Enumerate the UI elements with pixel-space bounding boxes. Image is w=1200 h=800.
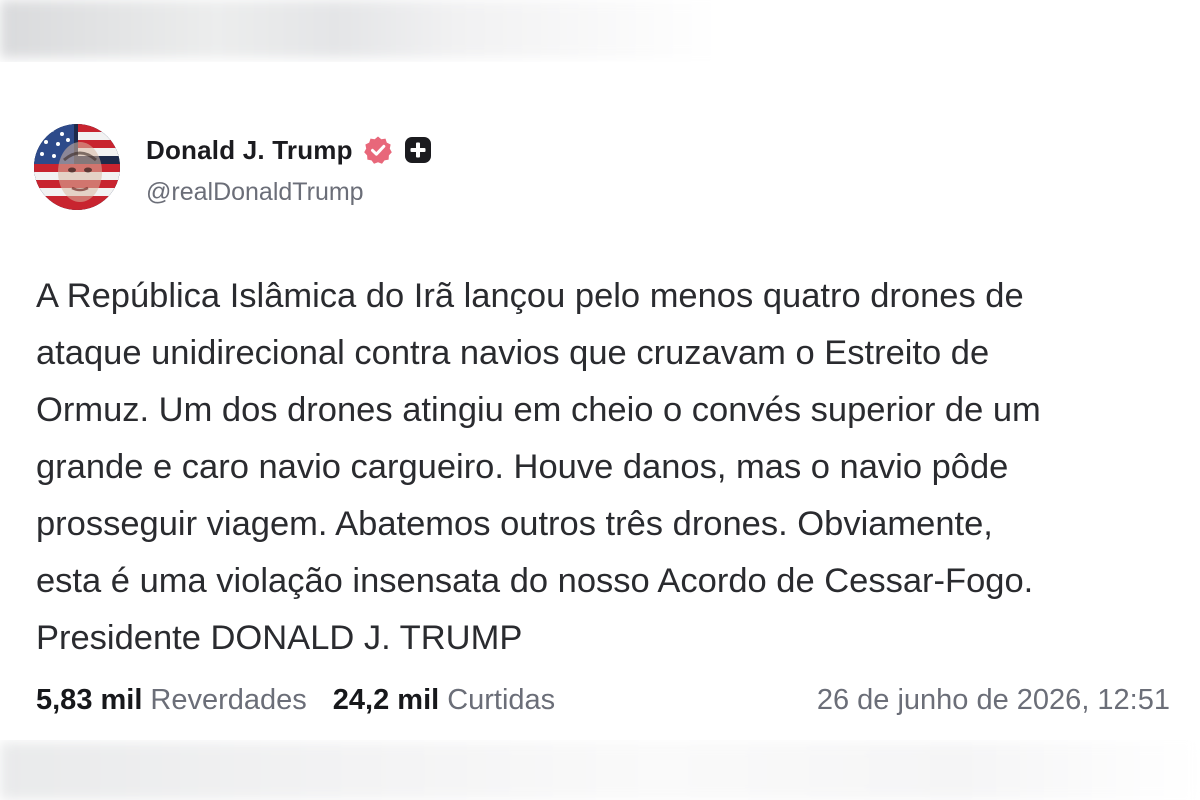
- avatar[interactable]: [34, 124, 120, 210]
- reposts-stat[interactable]: 5,83 mil Reverdades: [36, 684, 307, 717]
- post-body-line: Ormuz. Um dos drones atingiu em cheio o …: [36, 391, 1041, 429]
- plus-badge-icon: [403, 135, 433, 165]
- reposts-label: Reverdades: [150, 683, 307, 716]
- reposts-count: 5,83 mil: [36, 683, 143, 716]
- author-handle[interactable]: @realDonaldTrump: [146, 178, 364, 207]
- screenshot-stage: Donald J. Trump @realDonaldTrump A Repúb…: [0, 0, 1200, 800]
- verified-badge-icon: [363, 135, 393, 165]
- post-card: Donald J. Trump @realDonaldTrump A Repúb…: [0, 62, 1200, 740]
- post-body-line: esta é uma violação insensata do nosso A…: [36, 562, 1034, 600]
- author-name-row: Donald J. Trump: [146, 132, 433, 168]
- likes-count: 24,2 mil: [332, 683, 440, 716]
- post-body-line: prosseguir viagem. Abatemos outros três …: [36, 505, 993, 543]
- likes-label: Curtidas: [447, 683, 556, 716]
- likes-stat[interactable]: 24,2 mil Curtidas: [333, 684, 555, 717]
- avatar-image: [34, 124, 120, 210]
- blurred-background-bottom: [0, 742, 1200, 800]
- blurred-background-top: [0, 0, 1200, 58]
- post-timestamp[interactable]: 26 de junho de 2026, 12:51: [817, 684, 1170, 717]
- post-body-line: Presidente DONALD J. TRUMP: [36, 619, 523, 657]
- post-body: A República Islâmica do Irã lançou pelo …: [36, 268, 1176, 667]
- post-body-line: grande e caro navio cargueiro. Houve dan…: [36, 448, 1009, 486]
- post-stats-row: 5,83 mil Reverdades 24,2 mil Curtidas 26…: [36, 678, 1170, 722]
- author-display-name[interactable]: Donald J. Trump: [146, 135, 353, 166]
- post-body-line: A República Islâmica do Irã lançou pelo …: [36, 277, 1024, 315]
- post-body-line: ataque unidirecional contra navios que c…: [36, 334, 990, 372]
